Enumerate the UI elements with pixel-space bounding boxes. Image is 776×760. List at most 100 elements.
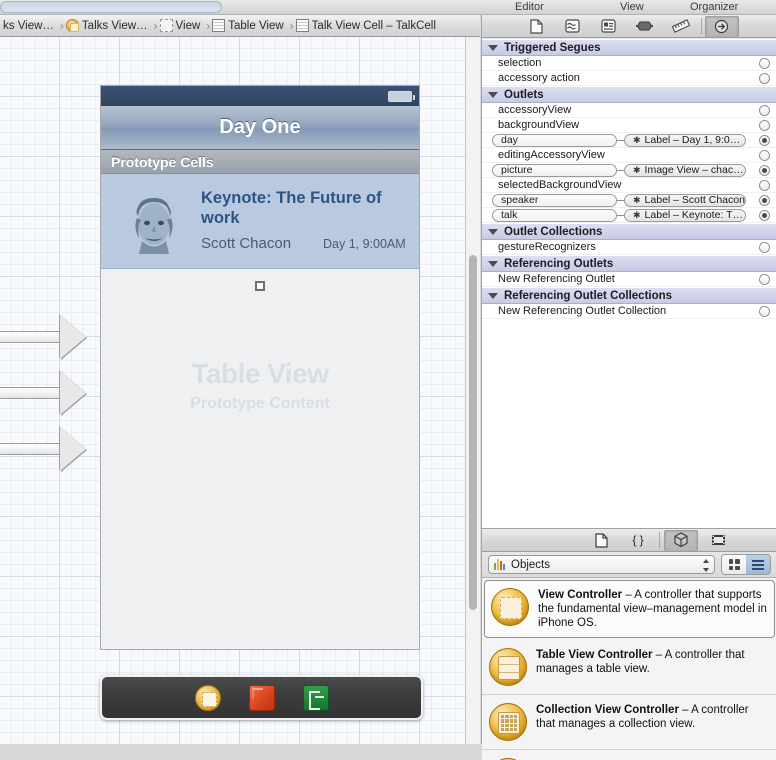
connection-well[interactable] [759, 135, 770, 146]
size-inspector-icon[interactable] [664, 16, 698, 37]
attributes-inspector-icon[interactable] [628, 16, 662, 37]
menu-item-view[interactable]: View [620, 0, 644, 15]
canvas-vertical-scrollbar[interactable] [469, 255, 477, 610]
navigation-bar[interactable]: Day One [101, 106, 419, 150]
connection-label: New Referencing Outlet [498, 273, 615, 285]
connection-row[interactable]: backgroundView [482, 118, 776, 133]
menu-item-organizer[interactable]: Organizer [690, 0, 738, 15]
connection-row[interactable]: talk ✱ Label – Keynote: T… [482, 208, 776, 223]
connection-row[interactable]: speaker ✱ Label – Scott Chacon [482, 193, 776, 208]
view-controller-icon [65, 19, 79, 32]
view-controller-library-icon [491, 588, 529, 626]
table-view-placeholder-title: Table View [191, 358, 329, 389]
table-view-cell-icon [295, 19, 309, 32]
library-category-select[interactable]: Objects [488, 555, 715, 574]
outlet-name-pill[interactable]: talk [492, 208, 617, 222]
selection-handle[interactable] [255, 281, 265, 291]
outlet-name-pill[interactable]: picture [492, 163, 617, 177]
group-header-referencing-outlet-collections[interactable]: Referencing Outlet Collections [482, 287, 776, 304]
prototype-cell[interactable]: Keynote: The Future of work Scott Chacon… [101, 174, 419, 269]
connection-row[interactable]: picture ✱ Image View – chac… [482, 163, 776, 178]
menu-item-editor[interactable]: Editor [515, 0, 544, 15]
connection-row[interactable]: selection [482, 56, 776, 71]
connection-well[interactable] [759, 195, 770, 206]
avatar-image-view[interactable] [129, 198, 179, 254]
connection-row[interactable]: New Referencing Outlet [482, 272, 776, 287]
menubar-search-field[interactable] [0, 1, 222, 13]
breadcrumb-item-4[interactable]: Talk View Cell – TalkCell [295, 15, 440, 36]
breadcrumb-label-2: View [175, 19, 201, 32]
library-item-table-view-controller[interactable]: Table View Controller – A controller tha… [482, 640, 776, 695]
connection-well[interactable] [759, 165, 770, 176]
quick-help-inspector-icon[interactable] [556, 16, 590, 37]
view-controller-dock-icon[interactable] [194, 684, 221, 711]
connection-well[interactable] [759, 306, 770, 317]
connections-inspector-body[interactable]: Triggered Segues selection accessory act… [482, 39, 776, 528]
disclosure-triangle-icon[interactable] [488, 260, 498, 267]
group-header-triggered-segues[interactable]: Triggered Segues [482, 39, 776, 56]
library-item-collection-view-controller[interactable]: Collection View Controller – A controlle… [482, 695, 776, 750]
first-responder-dock-icon[interactable] [248, 684, 275, 711]
file-inspector-icon[interactable] [520, 16, 554, 37]
breadcrumb-item-0[interactable]: ks View… [0, 15, 58, 36]
library-item-view-controller[interactable]: View Controller – A controller that supp… [484, 580, 775, 638]
file-template-library-icon[interactable] [584, 530, 618, 551]
breadcrumb-separator-icon: › [206, 18, 211, 33]
media-library-icon[interactable] [701, 530, 735, 551]
connection-well[interactable] [759, 274, 770, 285]
outlet-target-pill[interactable]: ✱ Image View – chac… [624, 163, 746, 177]
day-label[interactable]: Day 1, 9:00AM [323, 237, 406, 251]
library-item-title: Collection View Controller [536, 704, 679, 716]
breadcrumb-item-2[interactable]: View [159, 15, 205, 36]
library-item-list[interactable]: View Controller – A controller that supp… [482, 578, 776, 760]
breadcrumb-label-4: Talk View Cell – TalkCell [311, 19, 436, 32]
identity-inspector-icon[interactable] [592, 16, 626, 37]
outlet-target-pill[interactable]: ✱ Label – Scott Chacon [624, 193, 746, 207]
speaker-label[interactable]: Scott Chacon [201, 235, 291, 252]
connections-inspector-icon[interactable] [704, 15, 739, 37]
connection-row[interactable]: day ✱ Label – Day 1, 9:0… [482, 133, 776, 148]
scene-dock[interactable] [100, 675, 423, 720]
outlet-name-pill[interactable]: speaker [492, 193, 617, 207]
connection-well[interactable] [759, 210, 770, 221]
breadcrumb-label-0: ks View… [3, 19, 54, 32]
storyboard-canvas[interactable]: Day One Prototype Cells Keynote: The Fut… [0, 37, 465, 744]
connection-well[interactable] [759, 120, 770, 131]
outlet-target-pill[interactable]: ✱ Label – Day 1, 9:0… [624, 133, 746, 147]
connection-row[interactable]: accessory action [482, 71, 776, 86]
outlet-target-pill[interactable]: ✱ Label – Keynote: T… [624, 208, 746, 222]
breadcrumb-item-3[interactable]: Table View [212, 15, 287, 36]
connection-well[interactable] [759, 58, 770, 69]
group-header-referencing-outlets[interactable]: Referencing Outlets [482, 255, 776, 272]
chevron-updown-icon[interactable] [703, 559, 710, 572]
talk-title-label[interactable]: Keynote: The Future of work [201, 188, 406, 228]
connection-well[interactable] [759, 73, 770, 84]
code-snippet-library-icon[interactable]: { } [621, 530, 655, 551]
connection-line [617, 169, 624, 171]
connection-well[interactable] [759, 242, 770, 253]
library-list-view-button[interactable] [746, 555, 770, 574]
outlet-name-pill[interactable]: day [492, 133, 617, 147]
connection-row[interactable]: gestureRecognizers [482, 240, 776, 255]
breadcrumb-item-1[interactable]: Talks View… [65, 15, 152, 36]
connection-well[interactable] [759, 180, 770, 191]
library-item-partial[interactable] [482, 750, 776, 760]
asterisk-icon: ✱ [633, 134, 641, 145]
exit-dock-icon[interactable] [302, 684, 329, 711]
group-header-outlets[interactable]: Outlets [482, 86, 776, 103]
connection-row[interactable]: selectedBackgroundView [482, 178, 776, 193]
group-header-outlet-collections[interactable]: Outlet Collections [482, 223, 776, 240]
disclosure-triangle-icon[interactable] [488, 228, 498, 235]
library-grid-view-button[interactable] [722, 555, 746, 574]
connection-row[interactable]: New Referencing Outlet Collection [482, 304, 776, 319]
connection-row[interactable]: accessoryView [482, 103, 776, 118]
disclosure-triangle-icon[interactable] [488, 44, 498, 51]
connection-row[interactable]: editingAccessoryView [482, 148, 776, 163]
disclosure-triangle-icon[interactable] [488, 91, 498, 98]
connection-well[interactable] [759, 150, 770, 161]
segue-arrowhead-icon [60, 371, 86, 415]
object-library-icon[interactable] [664, 529, 698, 551]
table-view-controller-scene[interactable]: Day One Prototype Cells Keynote: The Fut… [100, 85, 420, 650]
connection-well[interactable] [759, 105, 770, 116]
disclosure-triangle-icon[interactable] [488, 292, 498, 299]
